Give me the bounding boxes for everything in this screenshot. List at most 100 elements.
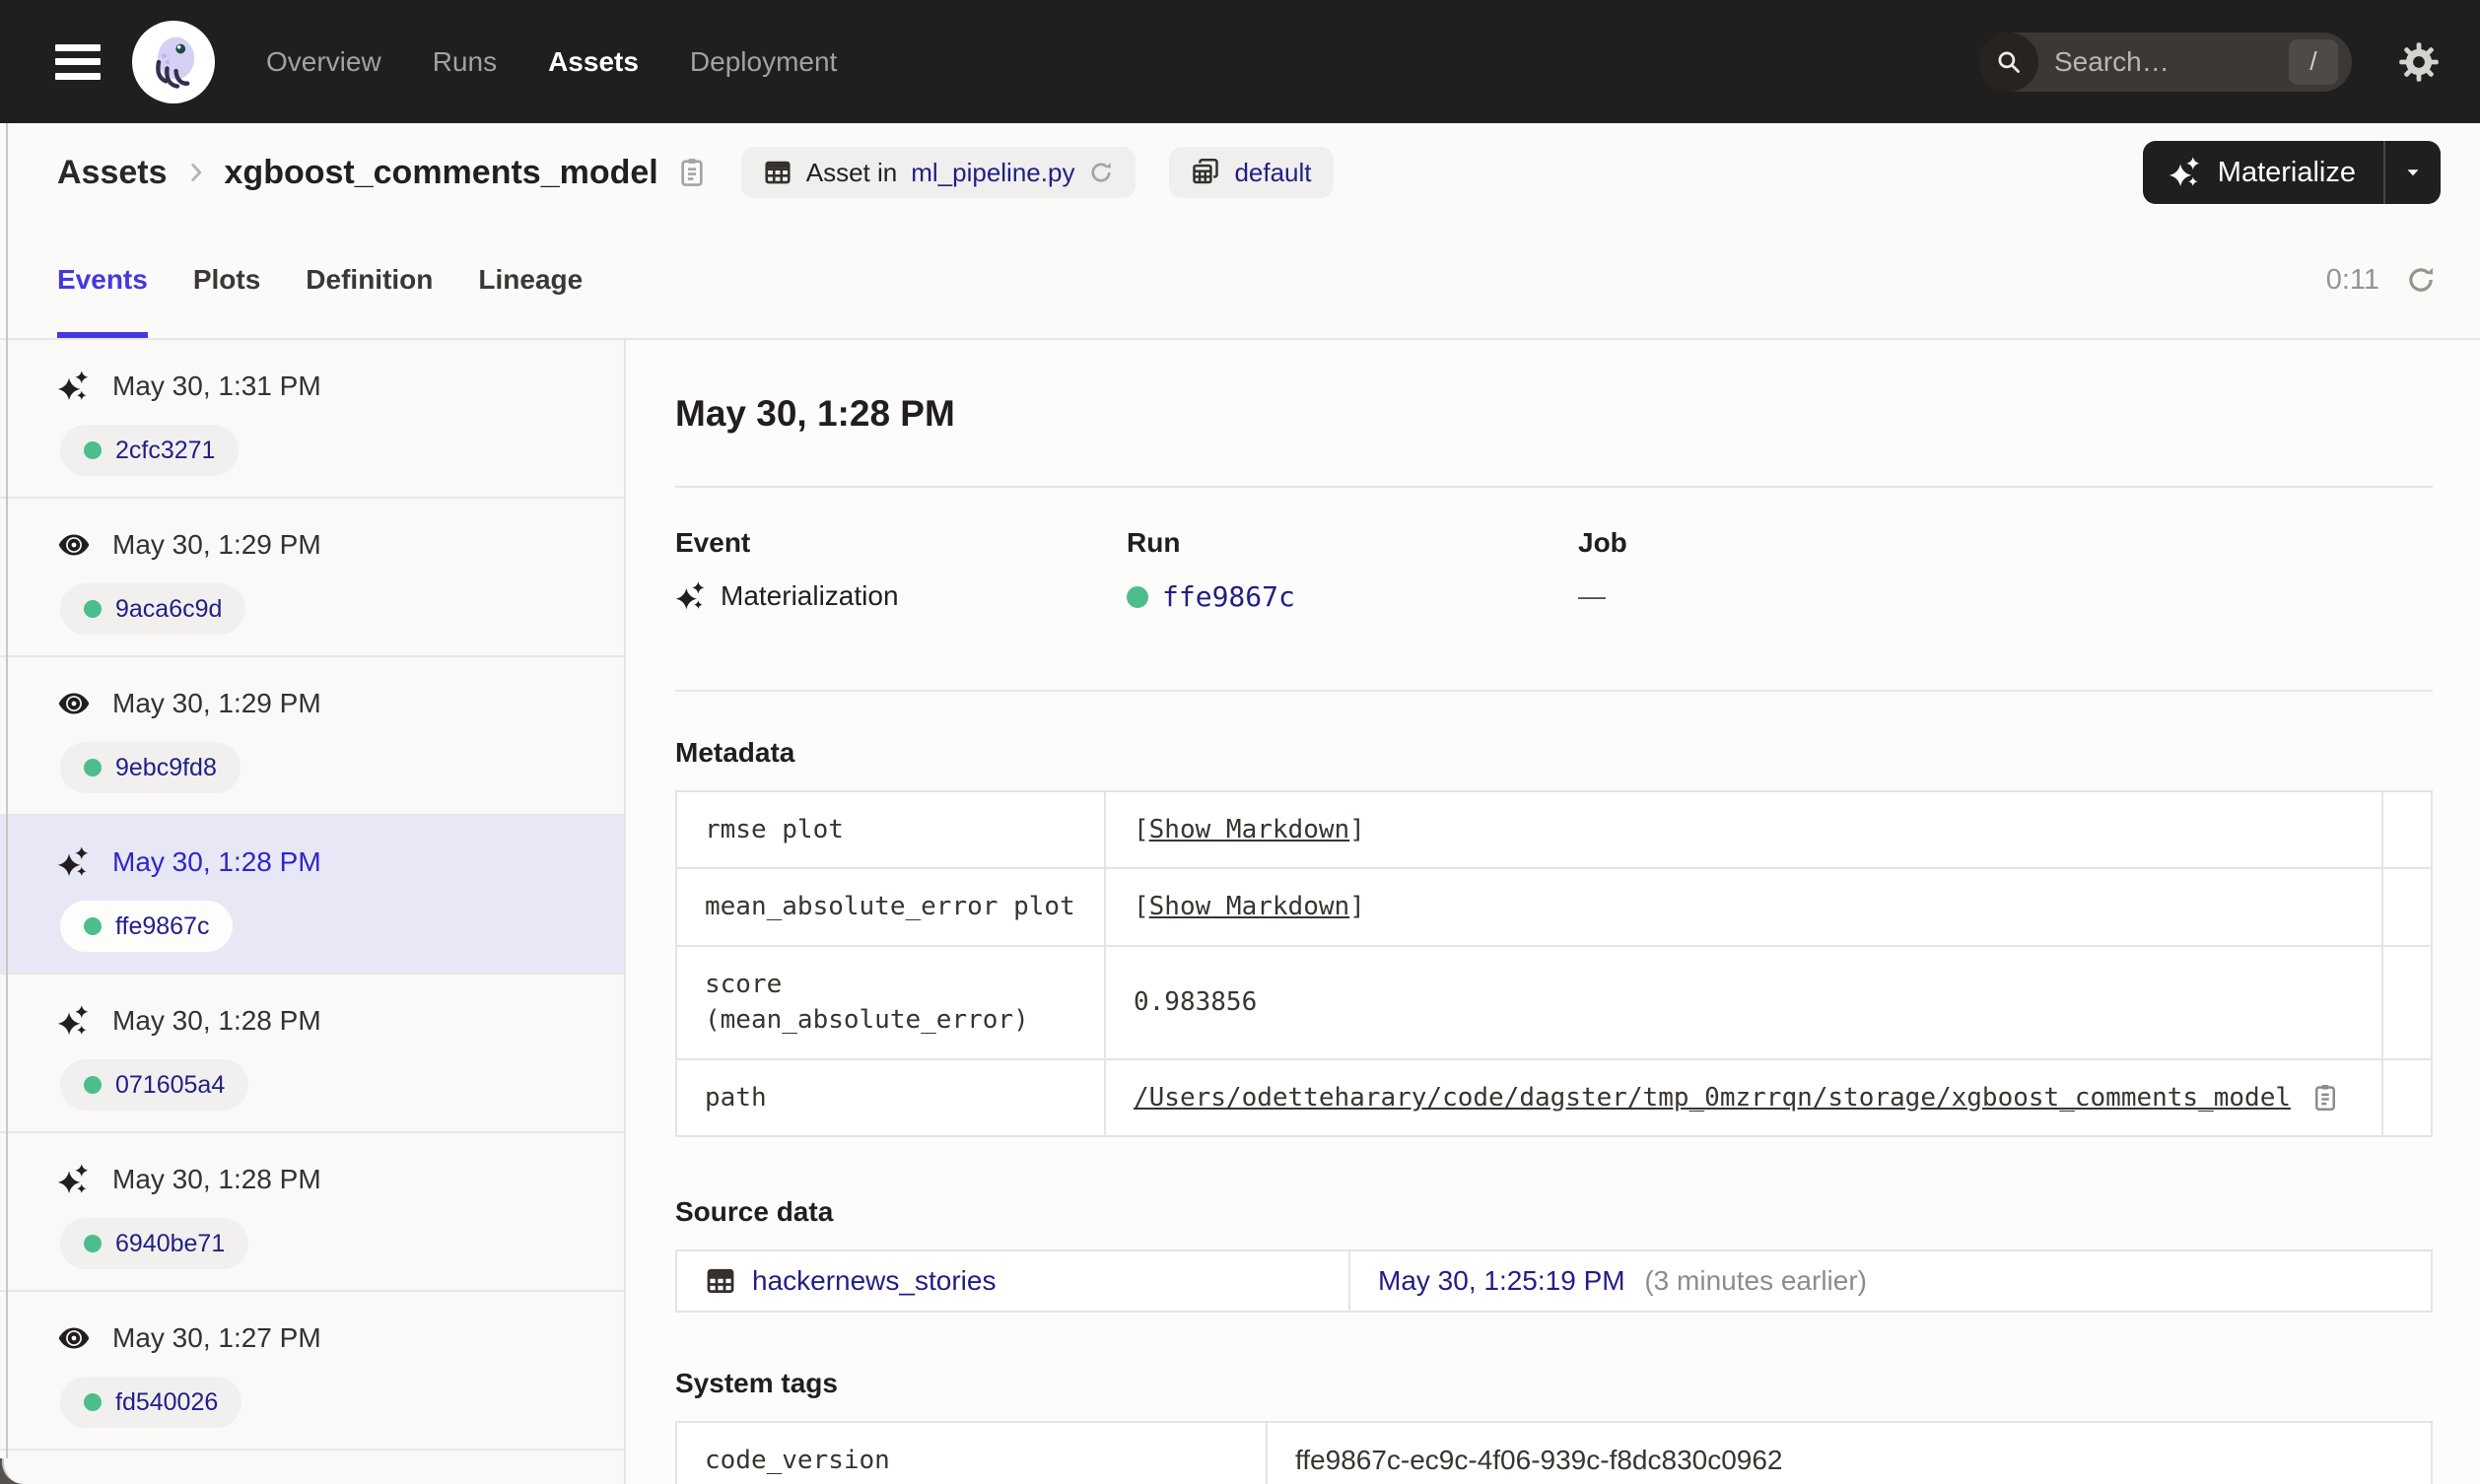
hamburger-menu-icon[interactable] [55,43,101,80]
event-list-item[interactable]: May 30, 1:29 PM 9aca6c9d [0,499,624,657]
materialization-icon [57,1164,89,1194]
dagster-logo[interactable] [132,20,215,103]
code-location-badge[interactable]: Asset in ml_pipeline.py [740,147,1137,198]
window-left-edge [6,123,8,1484]
copy-asset-name-icon[interactable] [676,157,708,188]
asset-group-badge[interactable]: default [1169,147,1334,198]
run-pill[interactable]: ffe9867c [60,901,234,952]
metadata-value: 0.983856 [1134,986,1258,1017]
asset-grid-icon [763,158,792,187]
code-location-link[interactable]: ml_pipeline.py [911,158,1074,188]
materialize-label: Materialize [2217,156,2356,188]
materialize-button[interactable]: Materialize [2143,141,2383,204]
source-time-link[interactable]: May 30, 1:25:19 PM [1378,1265,1625,1296]
run-status-dot [84,1076,102,1094]
path-wrap: /Users/odetteharary/code/dagster/tmp_0mz… [1134,1080,2354,1115]
search-input[interactable]: Search… / [1979,32,2352,92]
run-pill[interactable]: 071605a4 [60,1059,249,1111]
event-time: May 30, 1:29 PM [112,529,321,560]
event-detail-title: May 30, 1:28 PM [675,393,955,434]
event-type-value: Materialization [721,580,899,611]
run-status-dot [84,759,102,776]
main-nav: Overview Runs Assets Deployment [266,46,837,78]
reload-location-icon[interactable] [1088,160,1114,185]
path-link[interactable]: /Users/odetteharary/code/dagster/tmp_0mz… [1134,1080,2291,1115]
source-relative-time: (3 minutes earlier) [1644,1264,1867,1296]
event-list-item[interactable]: May 30, 1:28 PM 071605a4 [0,975,624,1133]
metadata-key: score (mean_absolute_error) [675,944,1106,1060]
run-pill[interactable]: fd540026 [60,1377,242,1428]
event-label: Event [675,527,751,558]
search-placeholder: Search… [2054,45,2170,77]
run-id-link[interactable]: 9aca6c9d [115,595,222,624]
metadata-value-cell: /Users/odetteharary/code/dagster/tmp_0mz… [1104,1057,2383,1137]
metadata-value-cell: 0.983856 [1104,944,2383,1060]
refresh-icon[interactable] [2405,264,2437,296]
caret-down-icon [2407,169,2419,176]
run-label: Run [1127,527,1181,558]
nav-item[interactable]: Assets [548,46,639,78]
asset-group-icon [1193,159,1219,184]
run-pill[interactable]: 6940be71 [60,1218,249,1269]
system-tags-table: code_version ffe9867c-ec9c-4f06-939c-f8d… [675,1420,2433,1484]
job-column: Job — [1578,527,2433,613]
metadata-row: rmse plot [Show Markdown] [675,789,2433,870]
run-id-link[interactable]: 6940be71 [115,1230,225,1258]
top-nav: Overview Runs Assets Deployment Search… … [0,0,2480,123]
show-markdown-link[interactable]: Show Markdown [1149,892,1350,921]
materialization-icon [57,371,89,401]
refresh-countdown: 0:11 [2325,263,2379,296]
event-list-item[interactable]: May 30, 1:31 PM 2cfc3271 [0,340,624,499]
tab[interactable]: Events [57,222,148,338]
asset-group-link[interactable]: default [1234,158,1311,188]
source-asset-name[interactable]: hackernews_stories [752,1265,996,1297]
event-list-item[interactable]: May 30, 1:28 PM 6940be71 [0,1133,624,1292]
nav-item[interactable]: Deployment [690,46,837,78]
observation-icon [58,1327,90,1349]
tabs-bar: Events Plots Definition Lineage 0:11 [0,222,2480,340]
run-status-dot [1127,585,1148,608]
nav-item[interactable]: Runs [433,46,497,78]
copy-path-icon[interactable] [2310,1083,2340,1113]
run-pill[interactable]: 9ebc9fd8 [60,742,241,793]
source-asset-link[interactable]: hackernews_stories [705,1265,1321,1297]
materialize-split-button: Materialize [2142,141,2441,204]
event-list-item[interactable]: May 30, 1:29 PM 9ebc9fd8 [0,657,624,816]
run-pill[interactable]: 2cfc3271 [60,425,240,476]
metadata-row: path /Users/odetteharary/code/dagster/tm… [675,1057,2433,1137]
run-id-link[interactable]: 071605a4 [115,1071,225,1100]
event-list-sidebar: May 30, 1:31 PM 2cfc3271 May 30, 1:29 PM… [0,340,626,1484]
show-markdown-link[interactable]: Show Markdown [1149,815,1350,844]
tab[interactable]: Definition [306,222,433,338]
metadata-value-cell: [Show Markdown] [1104,867,2383,947]
run-id-link[interactable]: fd540026 [115,1388,218,1417]
nav-item[interactable]: Overview [266,46,381,78]
tab[interactable]: Lineage [478,222,583,338]
run-id-link[interactable]: ffe9867c [1162,580,1295,613]
event-list-item[interactable]: May 30, 1:27 PM fd540026 [0,1292,624,1450]
run-id-link[interactable]: ffe9867c [115,912,209,941]
run-id-link[interactable]: 9ebc9fd8 [115,754,217,782]
gear-icon[interactable] [2397,40,2441,84]
tabs: Events Plots Definition Lineage [57,222,583,338]
run-status-dot [84,1235,102,1252]
run-id-link[interactable]: 2cfc3271 [115,437,215,465]
event-time: May 30, 1:28 PM [112,846,321,877]
tag-key: code_version [675,1420,1268,1484]
page-title: xgboost_comments_model [224,153,658,191]
metadata-spacer-cell [2381,944,2433,1060]
asset-in-label: Asset in [805,157,898,187]
source-data-heading: Source data [675,1195,834,1227]
table-grid-icon [705,1265,736,1297]
source-data-row: hackernews_stories May 30, 1:25:19 PM (3… [675,1248,2433,1313]
run-status-dot [84,1393,102,1411]
run-pill[interactable]: 9aca6c9d [60,583,246,635]
observation-icon [58,534,90,556]
breadcrumb-assets-link[interactable]: Assets [57,154,168,192]
event-list-item[interactable]: May 30, 1:28 PM ffe9867c [0,816,624,975]
event-time: May 30, 1:28 PM [112,1164,321,1194]
run-status-dot [84,441,102,459]
metadata-spacer-cell [2381,867,2433,947]
materialize-dropdown-button[interactable] [2383,141,2441,204]
tab[interactable]: Plots [193,222,260,338]
